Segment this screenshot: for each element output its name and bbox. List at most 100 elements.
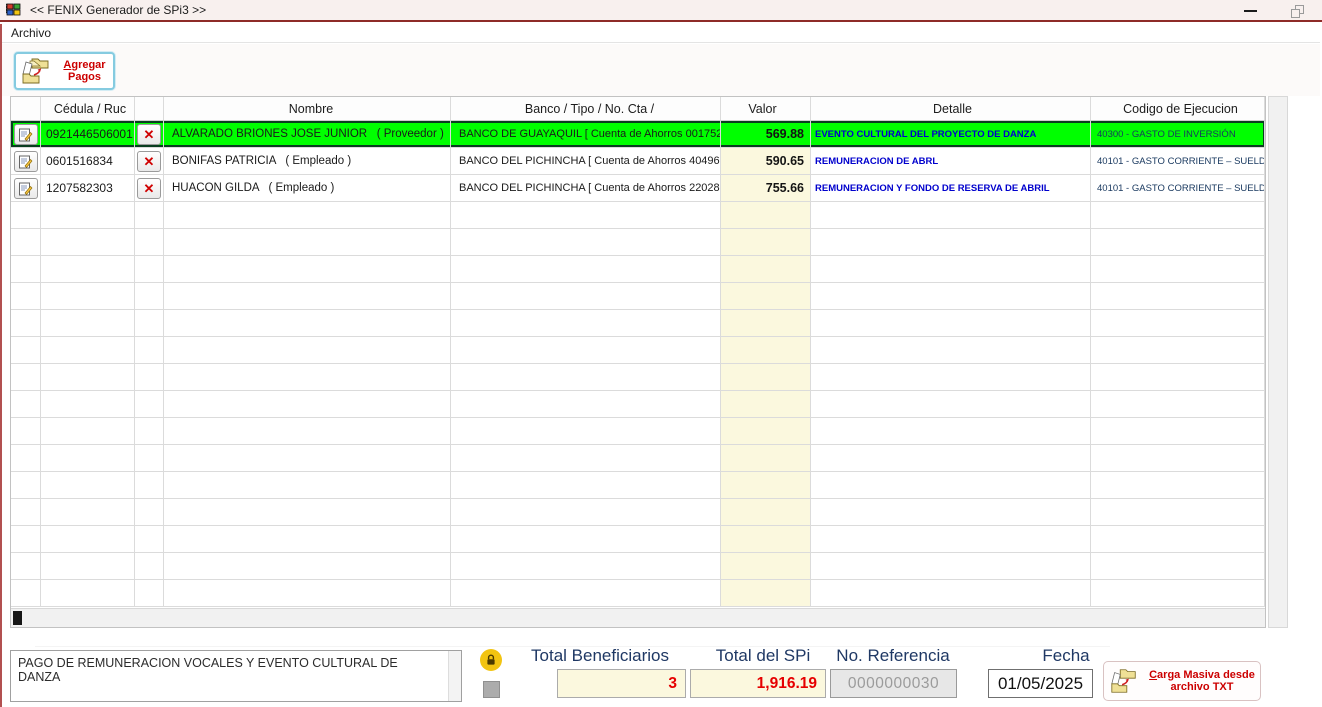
cedula-cell — [41, 391, 135, 417]
table-row[interactable]: 0921446506001 ✕ ALVARADO BRIONES JOSE JUNI… — [11, 121, 1265, 148]
valor-cell — [721, 202, 811, 228]
delete-x-icon: ✕ — [143, 153, 155, 169]
banco-cell — [451, 229, 721, 255]
detalle-cell — [811, 391, 1091, 417]
banco-cell — [451, 499, 721, 525]
add-payments-button[interactable]: Agregar Pagos — [14, 52, 115, 90]
table-row[interactable]: 1207582303 ✕ HUACON GILDA ( Empleado ) BANC… — [11, 175, 1265, 202]
valor-cell — [721, 526, 811, 552]
edit-row-button[interactable] — [13, 177, 38, 199]
valor-cell — [721, 229, 811, 255]
detalle-cell — [811, 364, 1091, 390]
restore-icon[interactable] — [1291, 4, 1304, 18]
column-header: Detalle — [811, 97, 1091, 120]
cedula-cell — [41, 229, 135, 255]
table-row — [11, 229, 1265, 256]
load-txt-folder-icon — [1111, 669, 1136, 693]
total-beneficiaries-value: 3 — [557, 669, 686, 698]
codigo-cell: 40300 - GASTO DE INVERSIÓN — [1091, 121, 1265, 147]
cedula-cell — [41, 256, 135, 282]
total-spi-value: 1,916.19 — [690, 669, 826, 698]
valor-cell: 590.65 — [721, 148, 811, 174]
detalle-cell — [811, 256, 1091, 282]
delete-row-button[interactable]: ✕ — [137, 177, 161, 199]
detalle-cell: REMUNERACION DE ABRL — [811, 148, 1091, 174]
nombre-cell — [164, 580, 451, 606]
horizontal-scrollbar-thumb[interactable] — [13, 611, 22, 625]
total-beneficiaries-label: Total Beneficiarios — [531, 646, 669, 665]
valor-cell — [721, 418, 811, 444]
bulk-load-txt-label: Carga Masiva desde archivo TXT — [1149, 669, 1255, 693]
add-payments-folder-icon — [22, 58, 49, 84]
windows-logo-icon — [6, 3, 21, 16]
banco-cell — [451, 310, 721, 336]
nombre-cell — [164, 526, 451, 552]
valor-cell — [721, 580, 811, 606]
codigo-cell — [1091, 202, 1265, 228]
grid-body: 0921446506001 ✕ ALVARADO BRIONES JOSE JUNI… — [11, 121, 1265, 607]
codigo-cell — [1091, 445, 1265, 471]
date-label: Fecha — [1042, 646, 1090, 665]
banco-cell: BANCO DE GUAYAQUIL [ Cuenta de Ahorros 0… — [451, 121, 721, 147]
horizontal-scrollbar[interactable] — [11, 608, 1265, 627]
column-header: Codigo de Ejecucion — [1091, 97, 1265, 120]
nombre-cell — [164, 391, 451, 417]
status-square — [483, 681, 500, 698]
nombre-cell — [164, 310, 451, 336]
window-title: << FENIX Generador de SPi3 >> — [30, 3, 207, 17]
table-row[interactable]: 0601516834 ✕ BONIFAS PATRICIA ( Empleado )… — [11, 148, 1265, 175]
nombre-cell — [164, 553, 451, 579]
nombre-cell — [164, 256, 451, 282]
edit-row-icon — [19, 182, 33, 195]
minimize-icon[interactable] — [1244, 10, 1257, 12]
vertical-scrollbar[interactable] — [1268, 96, 1288, 628]
valor-cell: 569.88 — [721, 121, 811, 147]
cedula-cell — [41, 418, 135, 444]
cedula-cell: 0921446506001 — [41, 121, 135, 147]
table-row — [11, 499, 1265, 526]
table-row — [11, 445, 1265, 472]
nombre-cell: ALVARADO BRIONES JOSE JUNIOR ( Proveedor… — [164, 121, 451, 147]
detalle-cell — [811, 418, 1091, 444]
codigo-cell — [1091, 256, 1265, 282]
codigo-cell: 40101 - GASTO CORRIENTE – SUELDOS — [1091, 148, 1265, 174]
codigo-cell — [1091, 580, 1265, 606]
delete-x-icon: ✕ — [143, 180, 155, 196]
table-row — [11, 391, 1265, 418]
menu-bar: Archivo — [2, 24, 1320, 43]
nombre-cell — [164, 229, 451, 255]
nombre-cell — [164, 445, 451, 471]
delete-row-button[interactable]: ✕ — [137, 150, 161, 172]
cedula-cell — [41, 283, 135, 309]
cedula-cell — [41, 337, 135, 363]
column-header: Cédula / Ruc — [41, 97, 135, 120]
table-header-row: Cédula / Ruc Nombre Banco / Tipo / No. Cta… — [11, 97, 1265, 121]
detalle-cell — [811, 580, 1091, 606]
table-row — [11, 202, 1265, 229]
lock-icon — [480, 649, 502, 671]
edit-row-button[interactable] — [13, 150, 38, 172]
banco-cell — [451, 526, 721, 552]
detalle-cell — [811, 310, 1091, 336]
valor-cell — [721, 472, 811, 498]
edit-row-button[interactable] — [13, 123, 38, 145]
banco-cell — [451, 580, 721, 606]
table-row — [11, 364, 1265, 391]
banco-cell: BANCO DEL PICHINCHA [ Cuenta de Ahorros … — [451, 148, 721, 174]
codigo-cell — [1091, 337, 1265, 363]
column-header: Banco / Tipo / No. Cta / — [451, 97, 721, 120]
date-field[interactable]: 01/05/2025 — [988, 669, 1093, 698]
menu-item-archivo[interactable]: Archivo — [2, 26, 60, 40]
nombre-cell — [164, 499, 451, 525]
banco-cell — [451, 445, 721, 471]
nombre-cell — [164, 364, 451, 390]
description-scrollbar[interactable] — [448, 651, 461, 701]
detalle-cell — [811, 472, 1091, 498]
table-row — [11, 580, 1265, 607]
payment-description-textarea[interactable]: PAGO DE REMUNERACION VOCALES Y EVENTO CU… — [10, 650, 462, 702]
delete-row-button[interactable]: ✕ — [137, 123, 161, 145]
bulk-load-txt-button[interactable]: Carga Masiva desde archivo TXT — [1103, 661, 1261, 701]
banco-cell — [451, 283, 721, 309]
detalle-cell — [811, 283, 1091, 309]
edit-row-icon — [19, 155, 33, 168]
